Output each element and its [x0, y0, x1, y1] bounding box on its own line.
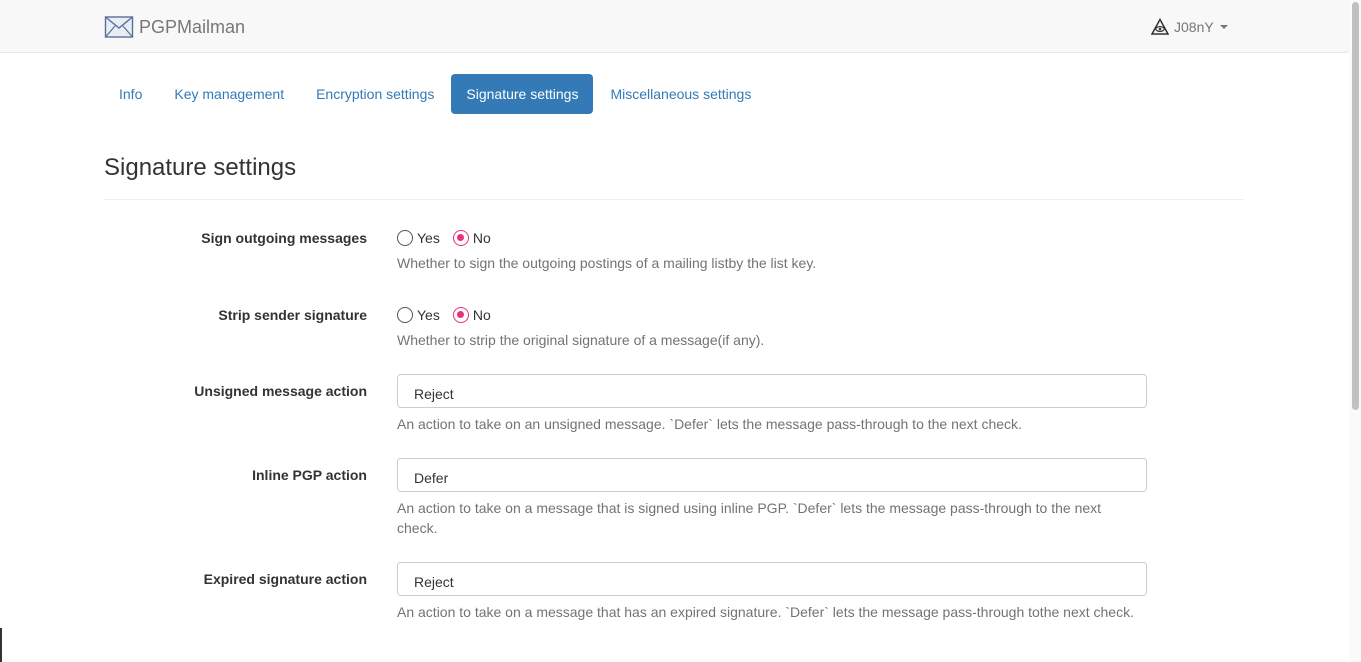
radio-label: Yes — [417, 230, 440, 246]
expired-action-help: An action to take on a message that has … — [397, 604, 1134, 620]
radio-unchecked-icon[interactable] — [397, 230, 413, 246]
navbar: PGPMailman J08nY — [0, 0, 1350, 53]
sign-outgoing-no[interactable]: No — [452, 230, 491, 246]
unsigned-action-help: An action to take on an unsigned message… — [397, 416, 1022, 432]
scrollbar-thumb[interactable] — [1352, 2, 1359, 410]
tab-key-management[interactable]: Key management — [159, 74, 299, 114]
strip-signature-yes[interactable]: Yes — [397, 307, 440, 323]
unsigned-action-select[interactable]: Reject — [397, 374, 1147, 408]
tab-info[interactable]: Info — [104, 74, 157, 114]
user-name: J08nY — [1174, 19, 1214, 35]
inline-pgp-help: An action to take on a message that is s… — [397, 500, 1102, 536]
tab-encryption-settings[interactable]: Encryption settings — [301, 74, 449, 114]
radio-unchecked-icon[interactable] — [397, 307, 413, 323]
sign-outgoing-label: Sign outgoing messages — [201, 230, 367, 246]
inline-pgp-select[interactable]: Defer — [397, 458, 1147, 492]
scrollbar[interactable] — [1350, 0, 1361, 662]
brand[interactable]: PGPMailman — [104, 14, 245, 40]
edge-marker — [0, 628, 2, 662]
inline-pgp-label: Inline PGP action — [252, 467, 367, 483]
strip-signature-radios: Yes No — [397, 307, 504, 323]
radio-label: No — [472, 230, 491, 246]
eye-triangle-icon — [1151, 18, 1169, 35]
brand-name: PGPMailman — [139, 16, 246, 37]
radio-checked-icon[interactable] — [452, 307, 469, 323]
title-divider — [104, 199, 1244, 200]
sign-outgoing-help: Whether to sign the outgoing postings of… — [397, 255, 817, 271]
strip-signature-label: Strip sender signature — [218, 307, 367, 323]
expired-action-label: Expired signature action — [203, 571, 367, 587]
caret-down-icon — [1219, 25, 1228, 29]
sign-outgoing-yes[interactable]: Yes — [397, 230, 440, 246]
user-menu[interactable]: J08nY — [1151, 18, 1228, 36]
strip-signature-help: Whether to strip the original signature … — [397, 332, 765, 348]
radio-label: Yes — [417, 307, 440, 323]
envelope-icon — [104, 16, 134, 38]
page-title: Signature settings — [104, 154, 297, 181]
tab-miscellaneous-settings[interactable]: Miscellaneous settings — [595, 74, 766, 114]
expired-action-select[interactable]: Reject — [397, 562, 1147, 596]
strip-signature-no[interactable]: No — [452, 307, 491, 323]
tab-signature-settings[interactable]: Signature settings — [451, 74, 594, 114]
radio-label: No — [472, 307, 491, 323]
sign-outgoing-radios: Yes No — [397, 230, 504, 246]
unsigned-action-label: Unsigned message action — [194, 383, 367, 399]
radio-checked-icon[interactable] — [452, 230, 469, 246]
settings-tabs: Info Key management Encryption settings … — [104, 74, 768, 114]
